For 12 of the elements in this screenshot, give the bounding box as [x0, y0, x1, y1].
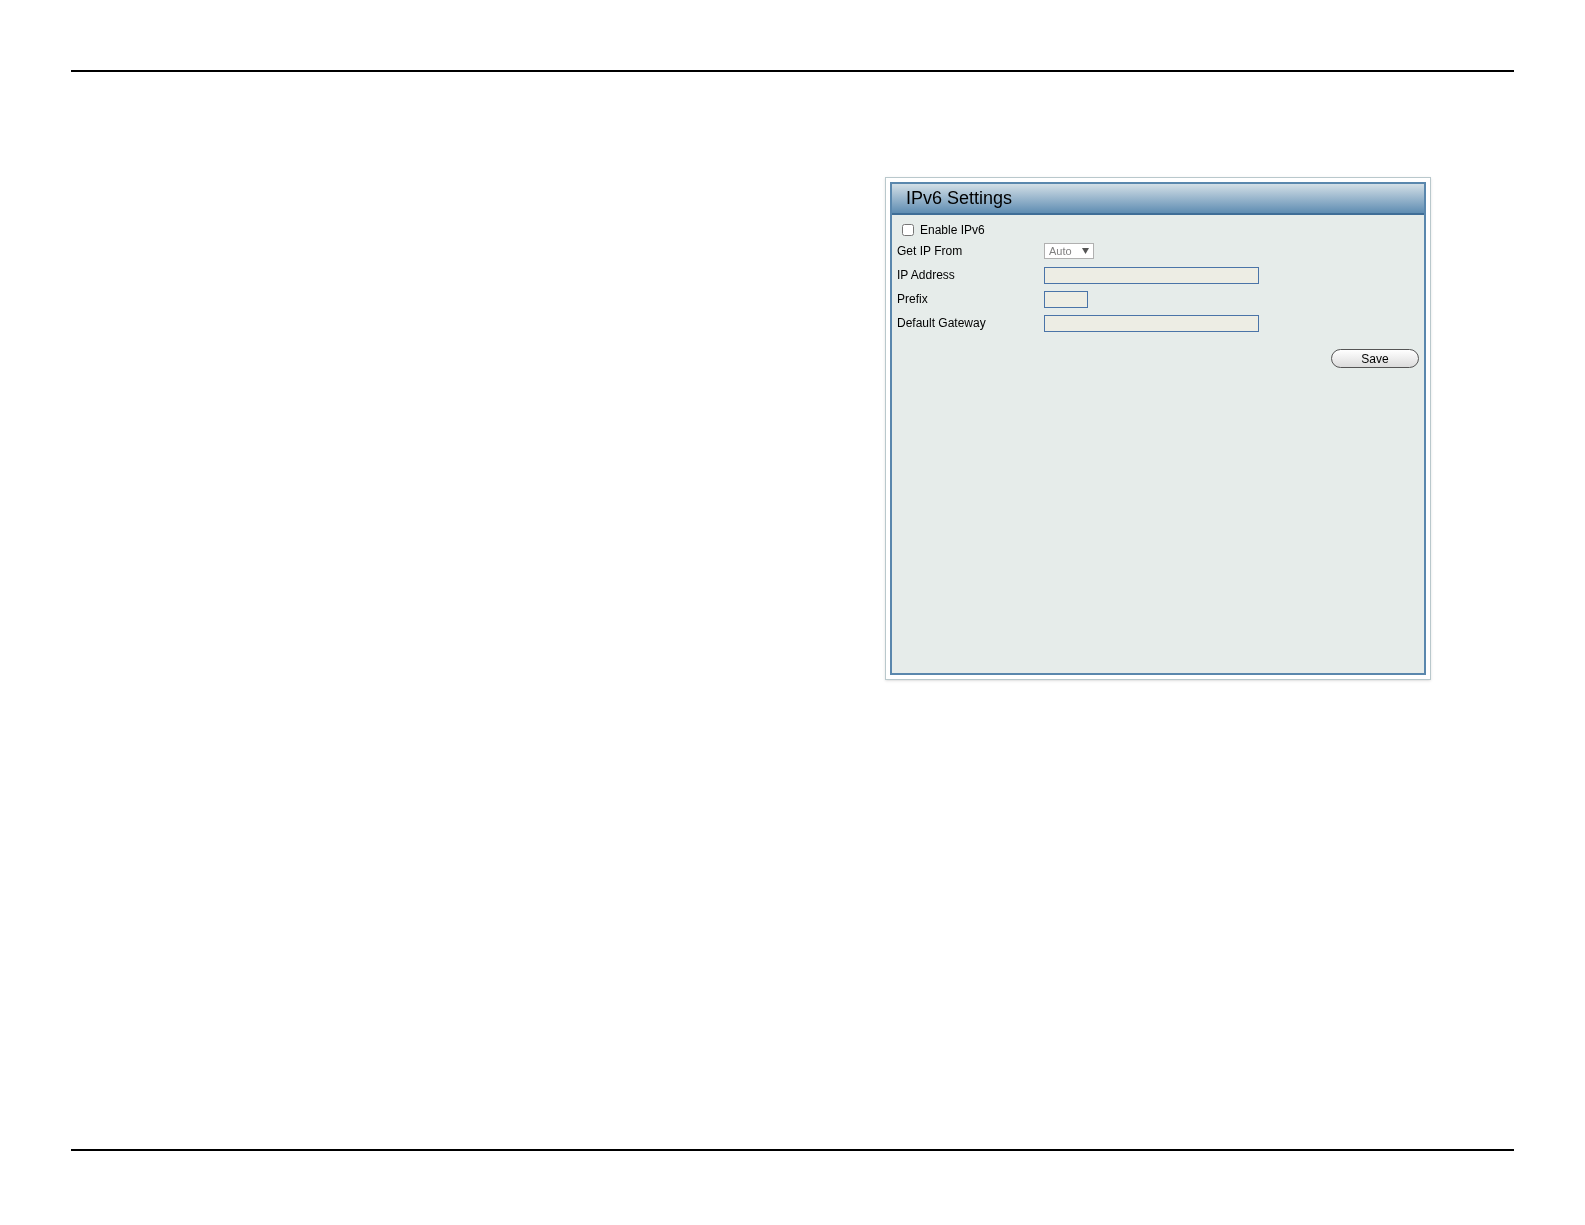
save-button[interactable]: Save: [1331, 349, 1419, 368]
field-label: Get IP From: [897, 243, 964, 260]
enable-checkbox[interactable]: [902, 224, 914, 236]
panel-title: IPv6 Settings: [906, 187, 1013, 210]
checkbox-label: Enable IPv6: [920, 222, 985, 239]
caret-icon: [1082, 248, 1089, 254]
input-field[interactable]: [1044, 290, 1088, 308]
field-label: IP Address: [897, 267, 956, 284]
field-label: Default Gateway: [897, 315, 987, 332]
input-field[interactable]: [1044, 314, 1259, 332]
field-label: Prefix: [897, 291, 929, 308]
input-field[interactable]: [1044, 266, 1259, 284]
